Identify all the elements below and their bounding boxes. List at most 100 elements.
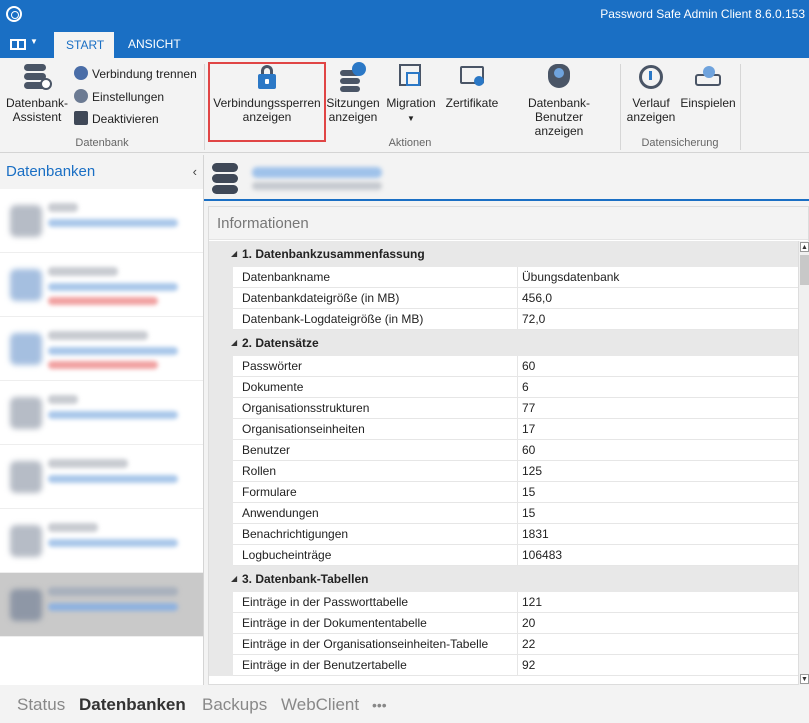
- property-row[interactable]: Einträge in der Benutzertabelle 92: [209, 655, 798, 676]
- property-row[interactable]: Einträge in der Passworttabelle 121: [209, 592, 798, 613]
- database-list-item[interactable]: [0, 445, 203, 509]
- highlight-box: [208, 62, 326, 142]
- property-key: Datenbankname: [242, 270, 331, 284]
- database-list-item[interactable]: [0, 317, 203, 381]
- gear-icon: [74, 89, 88, 103]
- property-key: Formulare: [242, 485, 297, 499]
- property-row[interactable]: Datenbankdateigröße (in MB) 456,0: [209, 288, 798, 309]
- property-value: 6: [522, 380, 529, 394]
- bottom-tab-status[interactable]: Status: [17, 695, 65, 715]
- scroll-up-icon[interactable]: ▲: [800, 242, 809, 252]
- group-label-datensicherung: Datensicherung: [641, 137, 719, 149]
- database-path-blurred: [252, 182, 382, 190]
- db-assistant-button[interactable]: Datenbank- Assistent: [4, 62, 70, 124]
- property-value: 20: [522, 616, 536, 630]
- app-menu-button[interactable]: ▼: [8, 35, 42, 53]
- property-value: 121: [522, 595, 543, 609]
- database-list-item[interactable]: [0, 189, 203, 253]
- property-key: Einträge in der Dokumententabelle: [242, 616, 427, 630]
- section-header[interactable]: ◢ 1. Datenbankzusammenfassung: [209, 241, 798, 267]
- bottom-tab-backups[interactable]: Backups: [202, 695, 267, 715]
- sessions-icon: [338, 62, 368, 92]
- show-sessions-button[interactable]: Sitzungen anzeigen: [326, 62, 380, 124]
- migration-icon: [396, 62, 426, 92]
- scroll-thumb[interactable]: [800, 255, 809, 285]
- databases-title: Datenbanken: [6, 163, 96, 180]
- property-key: Einträge in der Benutzertabelle: [242, 658, 407, 672]
- section-title: 2. Datensätze: [242, 336, 319, 350]
- property-grid: ◢ 1. Datenbankzusammenfassung Datenbankna…: [209, 241, 798, 685]
- db-users-button[interactable]: Datenbank-Benutzer anzeigen: [504, 62, 614, 138]
- restore-button[interactable]: Einspielen: [680, 62, 736, 110]
- deactivate-label: Deaktivieren: [92, 112, 159, 126]
- ribbon-separator: [204, 64, 205, 150]
- property-value: 72,0: [522, 312, 546, 326]
- property-value: 92: [522, 658, 536, 672]
- property-value: 17: [522, 422, 536, 436]
- restore-label: Einspielen: [680, 96, 736, 110]
- property-key: Organisationsstrukturen: [242, 401, 370, 415]
- migration-button[interactable]: Migration ▼: [382, 62, 440, 126]
- property-row[interactable]: Datenbank-Logdateigröße (in MB) 72,0: [209, 309, 798, 330]
- property-key: Einträge in der Passworttabelle: [242, 595, 409, 609]
- database-add-icon: [22, 62, 52, 92]
- property-value: 456,0: [522, 291, 553, 305]
- property-row[interactable]: Benutzer 60: [209, 440, 798, 461]
- show-history-label: Verlauf anzeigen: [626, 96, 676, 124]
- minus-circle-icon: [74, 66, 88, 80]
- show-history-button[interactable]: Verlauf anzeigen: [624, 62, 678, 124]
- settings-label: Einstellungen: [92, 90, 165, 104]
- bottom-tab-datenbanken[interactable]: Datenbanken: [79, 695, 186, 715]
- more-tabs-icon[interactable]: •••: [372, 697, 387, 713]
- section-title: 1. Datenbankzusammenfassung: [242, 247, 425, 261]
- database-list-item[interactable]: [0, 253, 203, 317]
- scroll-down-icon[interactable]: ▼: [800, 674, 809, 684]
- information-panel: Informationen ◢ 1. Datenbankzusammenfassu…: [208, 206, 809, 685]
- vertical-scrollbar[interactable]: ▲ ▼: [798, 241, 809, 685]
- property-value: 106483: [522, 548, 563, 562]
- database-list-item[interactable]: [0, 381, 203, 445]
- tab-ansicht[interactable]: ANSICHT: [116, 30, 190, 58]
- property-row[interactable]: Formulare 15: [209, 482, 798, 503]
- property-row[interactable]: Benachrichtigungen 1831: [209, 524, 798, 545]
- property-row[interactable]: Passwörter 60: [209, 356, 798, 377]
- ribbon: Datenbank- Assistent Verbindung trennen …: [0, 58, 809, 153]
- property-key: Benachrichtigungen: [242, 527, 349, 541]
- database-name-blurred: [252, 167, 382, 178]
- migration-dropdown-icon: ▼: [407, 114, 415, 123]
- show-sessions-label: Sitzungen anzeigen: [326, 96, 380, 124]
- restore-icon: [693, 62, 723, 92]
- section-header[interactable]: ◢ 3. Datenbank-Tabellen: [209, 566, 798, 592]
- property-value: 77: [522, 401, 536, 415]
- bottom-tab-webclient[interactable]: WebClient: [281, 695, 359, 715]
- disconnect-button[interactable]: Verbindung trennen: [74, 64, 197, 84]
- database-list-item-selected[interactable]: [0, 573, 203, 637]
- settings-button[interactable]: Einstellungen: [74, 87, 164, 107]
- property-row[interactable]: Organisationseinheiten 17: [209, 419, 798, 440]
- ribbon-tab-row: ▼ START ANSICHT: [0, 30, 809, 58]
- property-value: 60: [522, 359, 536, 373]
- property-row[interactable]: Rollen 125: [209, 461, 798, 482]
- property-row[interactable]: Logbucheinträge 106483: [209, 545, 798, 566]
- history-icon: [636, 62, 666, 92]
- certificates-button[interactable]: Zertifikate: [442, 62, 502, 110]
- property-row[interactable]: Anwendungen 15: [209, 503, 798, 524]
- group-label-datenbank: Datenbank: [75, 137, 129, 149]
- property-row[interactable]: Organisationsstrukturen 77: [209, 398, 798, 419]
- group-label-aktionen: Aktionen: [388, 137, 432, 149]
- property-row[interactable]: Dokumente 6: [209, 377, 798, 398]
- property-value: 15: [522, 506, 536, 520]
- chevron-left-icon[interactable]: ‹: [193, 155, 197, 189]
- property-key: Einträge in der Organisationseinheiten-T…: [242, 637, 489, 651]
- section-header[interactable]: ◢ 2. Datensätze: [209, 330, 798, 356]
- book-icon: [10, 39, 26, 50]
- deactivate-button[interactable]: Deaktivieren: [74, 109, 159, 129]
- tab-start[interactable]: START: [54, 32, 114, 58]
- property-row[interactable]: Datenbankname Übungsdatenbank: [209, 267, 798, 288]
- property-row[interactable]: Einträge in der Organisationseinheiten-T…: [209, 634, 798, 655]
- property-row[interactable]: Einträge in der Dokumententabelle 20: [209, 613, 798, 634]
- database-list-item[interactable]: [0, 509, 203, 573]
- property-key: Rollen: [242, 464, 277, 478]
- database-header: [204, 155, 809, 201]
- caret-down-icon: ▼: [30, 37, 38, 46]
